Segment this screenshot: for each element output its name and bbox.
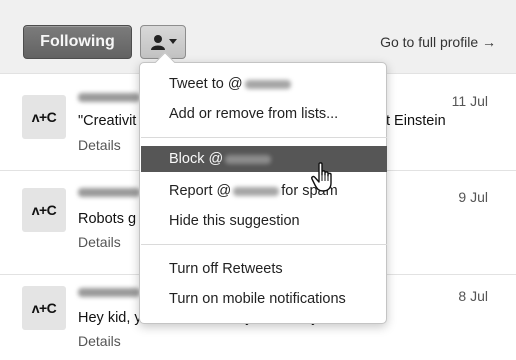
menu-item-mobile-notifications[interactable]: Turn on mobile notifications (141, 286, 387, 312)
tweet-text: Robots g (78, 211, 137, 227)
menu-item-label: Report @ (169, 183, 232, 199)
menu-item-hide-suggestion[interactable]: Hide this suggestion (141, 208, 387, 234)
menu-item-block[interactable]: Block @ (141, 146, 387, 172)
tweet-date[interactable]: 9 Jul (458, 189, 488, 205)
details-link[interactable]: Details (78, 333, 121, 349)
following-button[interactable]: Following (23, 25, 132, 59)
menu-divider (141, 244, 387, 245)
menu-divider (141, 137, 387, 138)
menu-item-tweet-to[interactable]: Tweet to @ (141, 71, 387, 97)
tweet-text-tail: t Einstein (386, 113, 446, 129)
avatar[interactable]: ʌ+Ϲ (22, 188, 66, 232)
caret-down-icon (168, 39, 177, 44)
tweet-date[interactable]: 8 Jul (458, 288, 488, 304)
avatar[interactable]: ʌ+Ϲ (22, 286, 66, 330)
blurred-username (78, 93, 140, 102)
menu-item-turn-off-retweets[interactable]: Turn off Retweets (141, 256, 387, 282)
menu-item-label: Add or remove from lists... (169, 106, 339, 122)
details-link[interactable]: Details (78, 137, 121, 153)
blurred-handle (233, 186, 280, 196)
avatar[interactable]: ʌ+Ϲ (22, 95, 66, 139)
menu-item-report-spam[interactable]: Report @ for spam (141, 178, 387, 204)
menu-item-lists[interactable]: Add or remove from lists... (141, 101, 387, 127)
blurred-handle (225, 154, 272, 164)
menu-item-label: Block @ (169, 151, 224, 167)
user-actions-dropdown: Tweet to @ Add or remove from lists... B… (139, 52, 387, 324)
menu-item-label: Turn on mobile notifications (169, 291, 346, 307)
tweet-text: "Creativit (78, 113, 137, 129)
menu-item-label: Hide this suggestion (169, 213, 300, 229)
hand-cursor-icon (311, 162, 332, 192)
menu-item-label: Tweet to @ (169, 76, 243, 92)
user-icon (150, 35, 165, 50)
full-profile-link[interactable]: Go to full profile → (380, 34, 496, 50)
menu-item-label: Turn off Retweets (169, 261, 283, 277)
blurred-username (78, 188, 140, 197)
blurred-handle (244, 79, 291, 89)
details-link[interactable]: Details (78, 234, 121, 250)
blurred-username (78, 288, 140, 297)
tweet-date[interactable]: 11 Jul (452, 93, 488, 109)
